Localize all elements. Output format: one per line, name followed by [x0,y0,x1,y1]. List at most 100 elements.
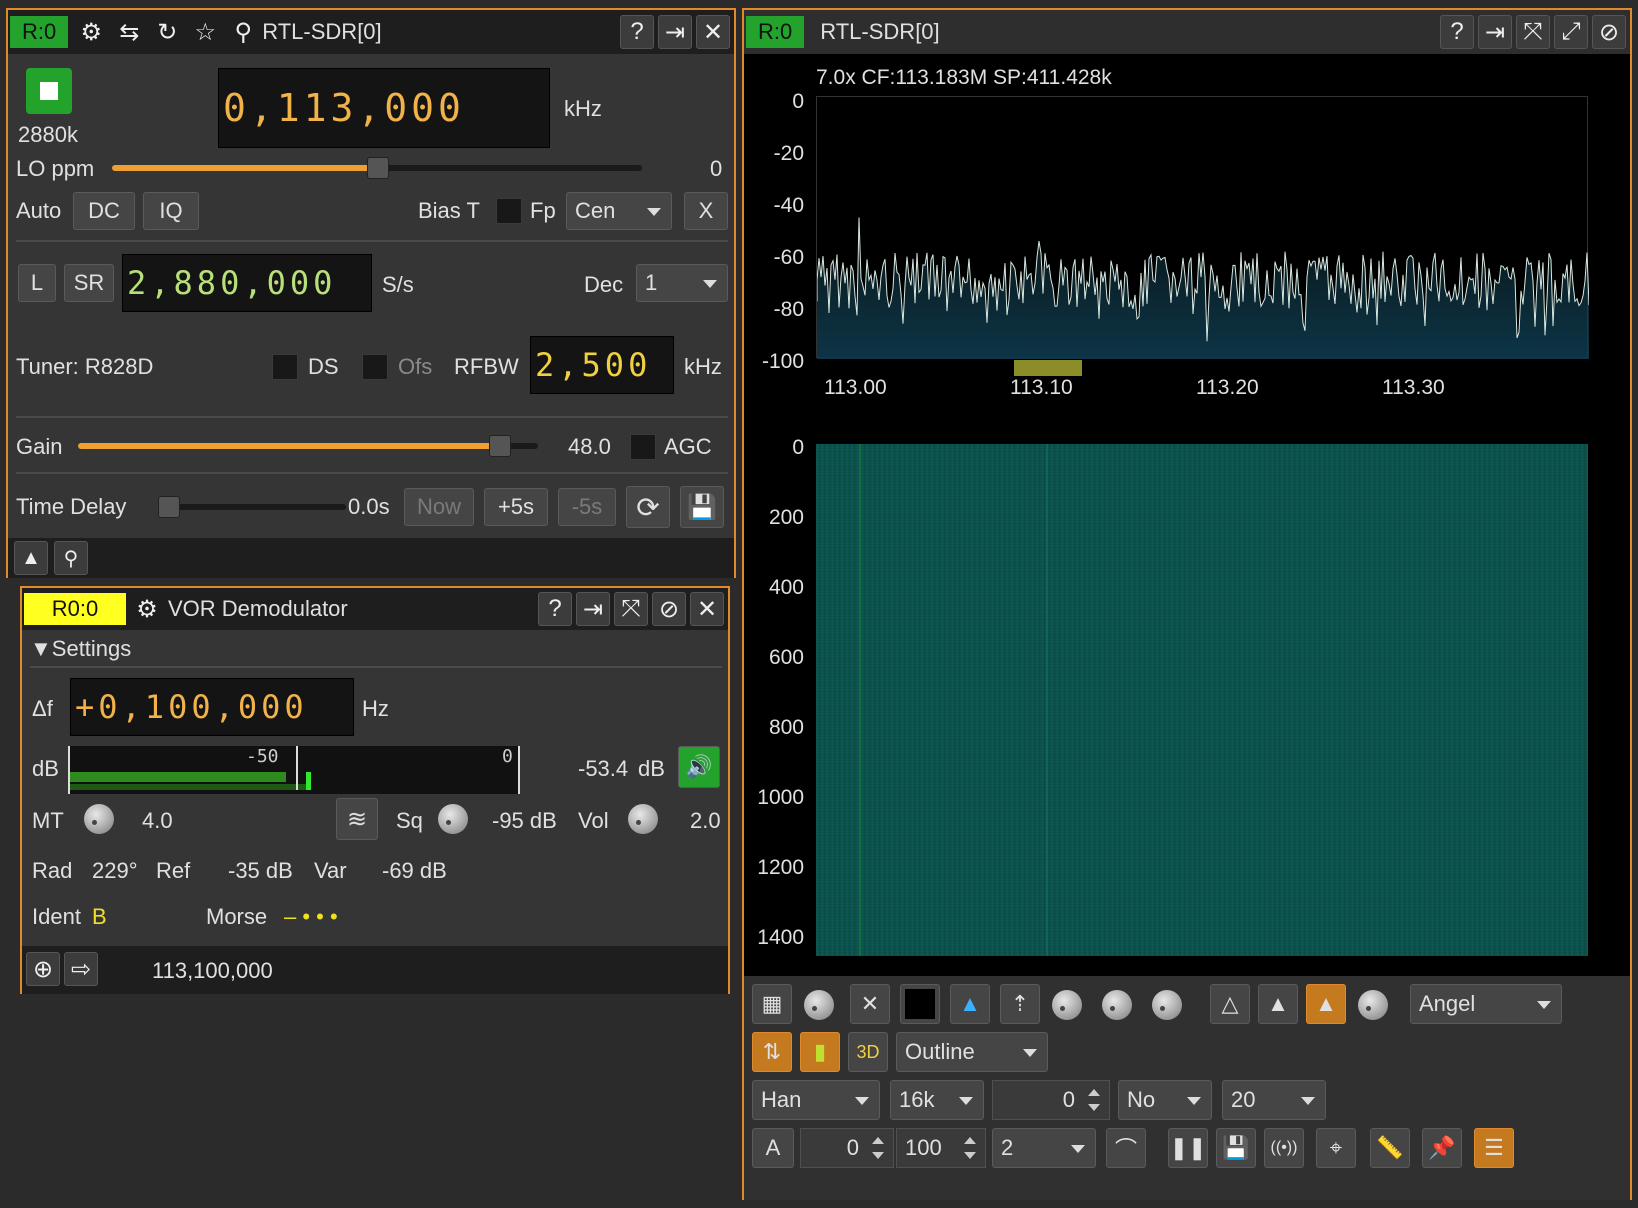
add-channel-icon[interactable]: ⊕ [26,952,60,986]
spectrum-plot[interactable] [816,96,1589,359]
channel-marker[interactable] [1014,360,1082,376]
vor-badge[interactable]: R0:0 [24,593,126,625]
spin-arrows-icon[interactable] [959,1133,981,1163]
ds-checkbox[interactable] [272,354,298,380]
sr-button[interactable]: SR [64,264,114,302]
decay-divisor-knob[interactable] [1102,990,1132,1020]
hide-icon[interactable]: ⊘ [1592,15,1626,49]
grid-intensity-knob[interactable] [804,990,834,1020]
df-dial[interactable]: +0,100,000 [70,678,354,736]
waterfall-plot[interactable] [816,444,1588,956]
fft-size-select[interactable]: 16k [890,1080,984,1120]
broadcast-icon[interactable]: ((•)) [1264,1128,1304,1168]
decay-select[interactable]: 2 [992,1128,1096,1168]
averaging-select[interactable]: No [1118,1080,1212,1120]
meter-bar [70,772,286,782]
range-spin[interactable]: 100 [896,1128,986,1168]
sample-rate-dial[interactable]: 2,880,000 [122,254,372,312]
ofs-checkbox[interactable] [362,354,388,380]
help-icon[interactable]: ? [620,15,654,49]
mt-knob[interactable] [84,804,114,834]
sq-knob[interactable] [438,804,468,834]
dc-button[interactable]: DC [73,192,135,230]
clear-icon[interactable]: ✕ [850,984,890,1024]
peak-outline-icon[interactable]: △ [1210,984,1250,1024]
help-icon[interactable]: ? [1440,15,1474,49]
network-icon[interactable]: ⚲ [54,541,88,575]
curve-icon[interactable]: ⌒ [1106,1128,1146,1168]
expand-icon[interactable]: ⤢ [1554,15,1588,49]
x-button[interactable]: X [684,192,728,230]
peak-gradient-icon[interactable]: ▲ [1306,984,1346,1024]
plus5-button[interactable]: +5s [484,488,548,526]
device-badge[interactable]: R:0 [10,16,69,48]
l-button[interactable]: L [18,264,56,302]
center-frequency-dial[interactable]: 0,113,000 [218,68,550,148]
vol-knob[interactable] [628,804,658,834]
start-stop-button[interactable] [26,68,72,114]
gain-slider-handle[interactable] [489,435,511,457]
auto-scale-button[interactable]: A [752,1128,794,1168]
refresh-icon[interactable]: ⟳ [626,486,670,528]
star-icon[interactable]: ☆ [188,15,222,49]
stroke-knob[interactable] [1152,990,1182,1020]
grid-icon[interactable]: ▦ [752,984,792,1024]
dec-select[interactable]: 1 [636,264,728,302]
gear-icon[interactable]: ⚙ [74,15,108,49]
bias-t-checkbox[interactable] [496,198,522,224]
lo-ppm-slider-handle[interactable] [367,157,389,179]
ruler-icon[interactable]: 📏 [1370,1128,1410,1168]
gear-icon[interactable]: ⚙ [130,592,164,626]
reload-icon[interactable]: ↻ [150,15,184,49]
fps-select[interactable]: 20 [1222,1080,1326,1120]
pause-icon[interactable]: ❚❚ [1168,1128,1208,1168]
shrink-icon[interactable]: ⤧ [614,592,648,626]
palette-select[interactable]: Angel [1410,984,1562,1024]
waterfall-align-icon[interactable]: ⇅ [752,1032,792,1072]
max-hold-icon[interactable]: ⇡ [1000,984,1040,1024]
ref-level-spin[interactable]: 0 [800,1128,894,1168]
time-delay-slider[interactable] [158,504,346,510]
help-icon[interactable]: ? [538,592,572,626]
color-swatch-icon[interactable] [900,984,940,1024]
detach-icon[interactable]: ⇥ [576,592,610,626]
trace-intensity-knob[interactable] [1358,990,1388,1020]
swap-icon[interactable]: ⇆ [112,15,146,49]
fft-overlap-spin[interactable]: 0 [992,1080,1110,1120]
marker-pin-icon[interactable]: 📌 [1422,1128,1462,1168]
shrink-icon[interactable]: ⤧ [1516,15,1550,49]
move-channel-icon[interactable]: ⇨ [64,952,98,986]
fp-select[interactable]: Cen [566,192,672,230]
fill-select[interactable]: Outline [896,1032,1048,1072]
detach-icon[interactable]: ⇥ [658,15,692,49]
now-button[interactable]: Now [404,488,474,526]
close-icon[interactable]: ✕ [696,15,730,49]
speaker-icon[interactable]: 🔊 [678,746,720,788]
minus5-button[interactable]: -5s [558,488,616,526]
sq-label: Sq [396,808,423,833]
settings-toggle[interactable]: ▼Settings [30,636,131,662]
filter-icon[interactable]: ≋ [336,798,378,840]
save-icon[interactable]: 💾 [680,486,724,528]
histogram-icon[interactable]: ▲ [950,984,990,1024]
hide-icon[interactable]: ⊘ [652,592,686,626]
crosshair-icon[interactable]: ⌖ [1316,1128,1356,1168]
spin-arrows-icon[interactable] [1083,1085,1105,1115]
decay-knob[interactable] [1052,990,1082,1020]
save-icon[interactable]: 💾 [1216,1128,1256,1168]
waterfall-view-icon[interactable]: ▮ [800,1032,840,1072]
rfbw-dial[interactable]: 2,500 [530,336,674,394]
agc-checkbox[interactable] [630,434,656,460]
window-select[interactable]: Han [752,1080,880,1120]
spectrum-icon[interactable]: ▲ [14,541,48,575]
network-icon[interactable]: ⚲ [226,15,260,49]
time-delay-slider-handle[interactable] [158,496,180,518]
menu-icon[interactable]: ☰ [1474,1128,1514,1168]
iq-button[interactable]: IQ [143,192,199,230]
spectrum-badge[interactable]: R:0 [746,16,805,48]
close-icon[interactable]: ✕ [690,592,724,626]
3d-spectrogram-icon[interactable]: 3D [848,1032,888,1072]
spin-arrows-icon[interactable] [867,1133,889,1163]
detach-icon[interactable]: ⇥ [1478,15,1512,49]
peak-fill-icon[interactable]: ▲ [1258,984,1298,1024]
